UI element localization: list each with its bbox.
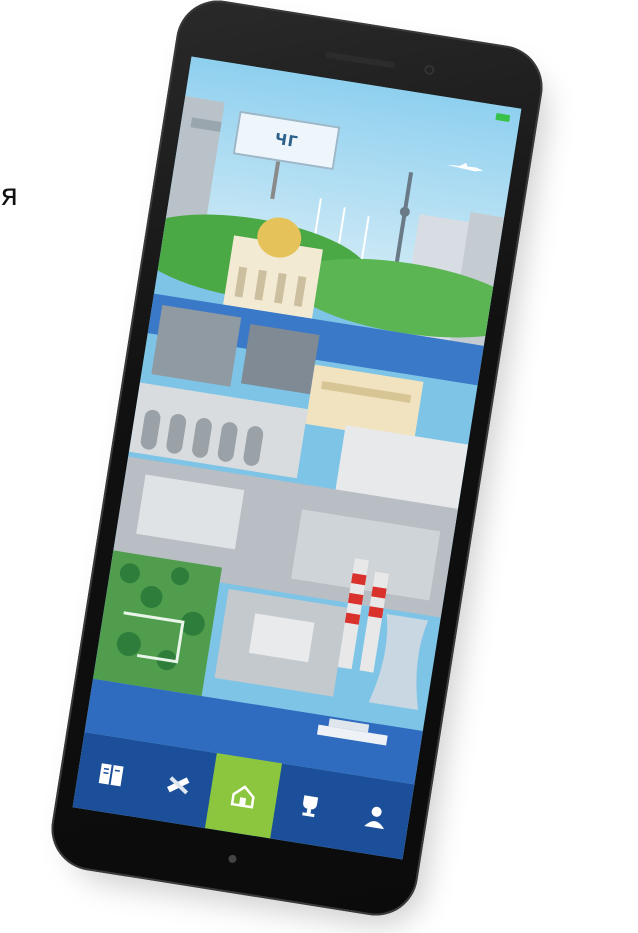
nav-item-home[interactable] xyxy=(204,753,283,839)
smartphone: ЧГ xyxy=(45,0,549,922)
nav-item-book[interactable] xyxy=(73,732,151,818)
earpiece-speaker xyxy=(325,51,396,69)
pencil-ruler-icon xyxy=(167,776,190,795)
phone-screen: ЧГ xyxy=(72,56,522,860)
user-icon xyxy=(363,806,384,830)
nav-item-trophy[interactable] xyxy=(271,763,349,849)
home-button-dot xyxy=(227,854,238,864)
edge-letter: я xyxy=(0,178,19,213)
book-icon xyxy=(99,763,124,787)
trophy-icon xyxy=(301,795,318,818)
nav-item-profile[interactable] xyxy=(337,774,415,860)
nav-item-tools[interactable] xyxy=(139,743,217,829)
front-camera xyxy=(423,64,436,76)
home-icon xyxy=(230,785,255,809)
